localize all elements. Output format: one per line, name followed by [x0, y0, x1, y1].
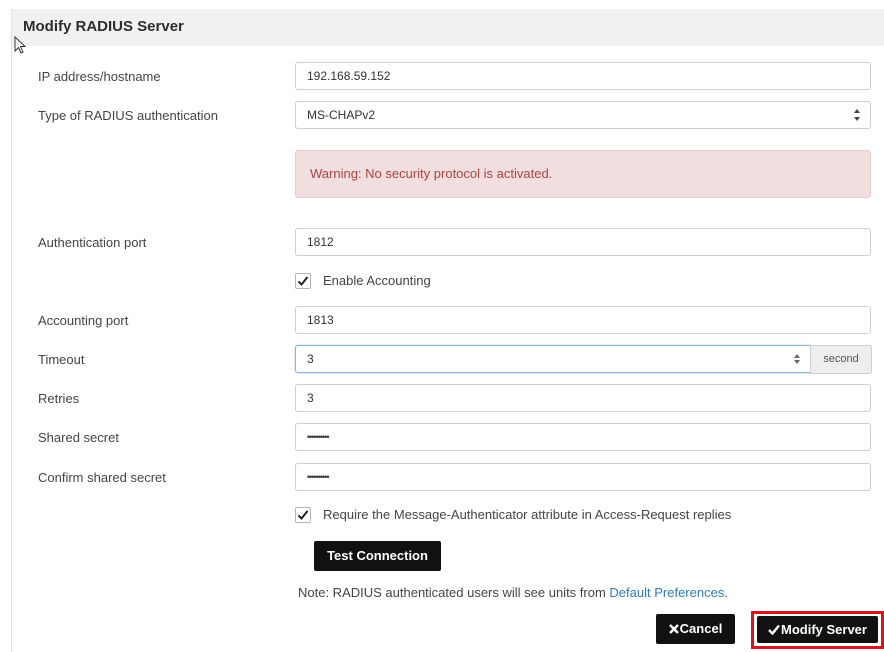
auth-type-value: MS-CHAPv2	[307, 108, 376, 122]
close-icon	[668, 624, 679, 634]
shared-secret-label: Shared secret	[38, 430, 119, 445]
acct-port-input[interactable]: 1813	[295, 306, 871, 334]
enable-accounting-label: Enable Accounting	[323, 273, 431, 288]
auth-type-select[interactable]: MS-CHAPv2	[295, 101, 871, 129]
test-connection-button[interactable]: Test Connection	[314, 541, 441, 571]
checkmark-icon	[297, 510, 309, 520]
dialog-title: Modify RADIUS Server	[23, 18, 184, 35]
checkmark-icon	[768, 624, 780, 636]
auth-port-label: Authentication port	[38, 235, 147, 250]
spinner-arrows-icon[interactable]	[793, 352, 801, 366]
timeout-label: Timeout	[38, 352, 85, 367]
mouse-cursor-icon	[14, 36, 27, 54]
cancel-label: Cancel	[679, 621, 723, 636]
timeout-value: 3	[307, 352, 314, 366]
timeout-input[interactable]: 3	[295, 345, 811, 373]
ip-address-input[interactable]: 192.168.59.152	[295, 62, 871, 90]
message-authenticator-label: Require the Message-Authenticator attrib…	[323, 507, 732, 522]
acct-port-label: Accounting port	[38, 313, 129, 328]
shared-secret-input[interactable]: ••••••••••	[295, 423, 871, 451]
select-arrows-icon	[854, 109, 860, 121]
note-text: Note: RADIUS authenticated users will se…	[298, 585, 610, 600]
confirm-secret-input[interactable]: ••••••••••	[295, 463, 871, 491]
retries-input[interactable]: 3	[295, 384, 871, 412]
modify-server-label: Modify Server	[781, 622, 867, 637]
default-preferences-link[interactable]: Default Preferences	[609, 585, 724, 600]
security-warning-alert: Warning: No security protocol is activat…	[295, 150, 871, 198]
retries-label: Retries	[38, 391, 80, 406]
timeout-unit-addon: second	[810, 345, 872, 374]
checkmark-icon	[297, 276, 309, 286]
confirm-secret-label: Confirm shared secret	[38, 470, 166, 485]
dialog-header: Modify RADIUS Server	[12, 9, 884, 46]
note-suffix: .	[724, 585, 728, 600]
preferences-note: Note: RADIUS authenticated users will se…	[298, 585, 728, 600]
cancel-button[interactable]: Cancel	[656, 614, 735, 644]
message-authenticator-checkbox[interactable]	[295, 507, 311, 523]
modify-server-button[interactable]: Modify Server	[757, 616, 878, 643]
ip-address-label: IP address/hostname	[38, 69, 161, 84]
auth-port-input[interactable]: 1812	[295, 228, 871, 256]
auth-type-label: Type of RADIUS authentication	[38, 108, 218, 123]
enable-accounting-checkbox[interactable]	[295, 273, 311, 289]
